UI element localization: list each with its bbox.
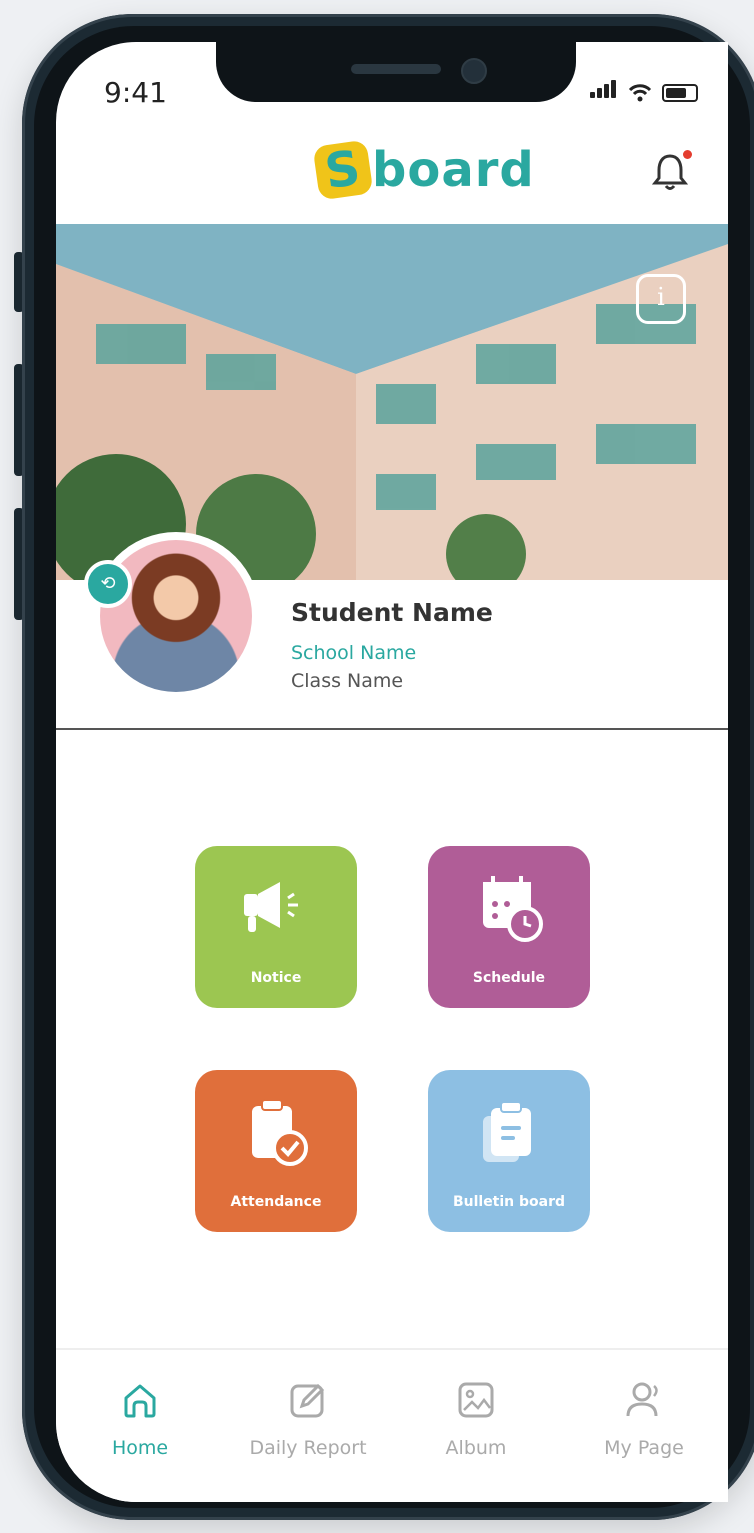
- app-screen: 9:41 Sboard i ⟲ Student Name School Name…: [56, 42, 728, 1502]
- wifi-icon: [628, 84, 652, 102]
- tab-my-page[interactable]: My Page: [560, 1380, 728, 1459]
- megaphone-icon: [244, 882, 298, 932]
- bulletin-board-label: Bulletin board: [452, 1194, 566, 1210]
- tab-album-label: Album: [445, 1437, 507, 1459]
- school-building-image: [56, 224, 728, 580]
- class-name: Class Name: [291, 670, 404, 692]
- clipboard-list-icon: [483, 1101, 531, 1162]
- attendance-tile[interactable]: Attendance: [195, 1070, 357, 1232]
- notice-label: Notice: [250, 970, 302, 986]
- attendance-label: Attendance: [230, 1194, 322, 1210]
- status-icons: [590, 80, 698, 102]
- front-camera: [461, 58, 487, 84]
- app-logo: Sboard: [312, 139, 535, 201]
- tab-home-label: Home: [111, 1437, 169, 1459]
- image-icon: [458, 1382, 494, 1418]
- bottom-tab-bar: Home Daily Report Album My Page: [56, 1348, 728, 1502]
- status-time: 9:41: [104, 76, 167, 109]
- tab-daily-report-label: Daily Report: [249, 1437, 367, 1459]
- tab-daily-report[interactable]: Daily Report: [224, 1380, 392, 1459]
- school-banner: i: [56, 224, 728, 580]
- notice-tile[interactable]: Notice: [195, 846, 357, 1008]
- school-name: School Name: [291, 642, 417, 664]
- bulletin-board-tile[interactable]: Bulletin board: [428, 1070, 590, 1232]
- signal-icon: [590, 80, 618, 102]
- schedule-label: Schedule: [472, 970, 546, 986]
- tab-album[interactable]: Album: [392, 1380, 560, 1459]
- tab-my-page-label: My Page: [604, 1437, 684, 1459]
- info-button[interactable]: i: [636, 274, 686, 324]
- bell-icon[interactable]: [652, 152, 688, 192]
- section-divider: [56, 728, 728, 730]
- speaker-grille: [351, 64, 441, 74]
- tab-home[interactable]: Home: [56, 1380, 224, 1459]
- switch-student-icon[interactable]: ⟲: [84, 560, 132, 608]
- calendar-clock-icon: [483, 876, 543, 942]
- clipboard-check-icon: [252, 1099, 308, 1166]
- battery-icon: [662, 84, 698, 102]
- notch: [216, 42, 576, 102]
- notification-dot: [683, 150, 692, 159]
- user-icon: [626, 1382, 658, 1417]
- schedule-tile[interactable]: Schedule: [428, 846, 590, 1008]
- student-avatar: [100, 540, 252, 692]
- edit-icon: [290, 1383, 325, 1418]
- student-name: Student Name: [291, 598, 493, 627]
- home-icon: [124, 1384, 156, 1418]
